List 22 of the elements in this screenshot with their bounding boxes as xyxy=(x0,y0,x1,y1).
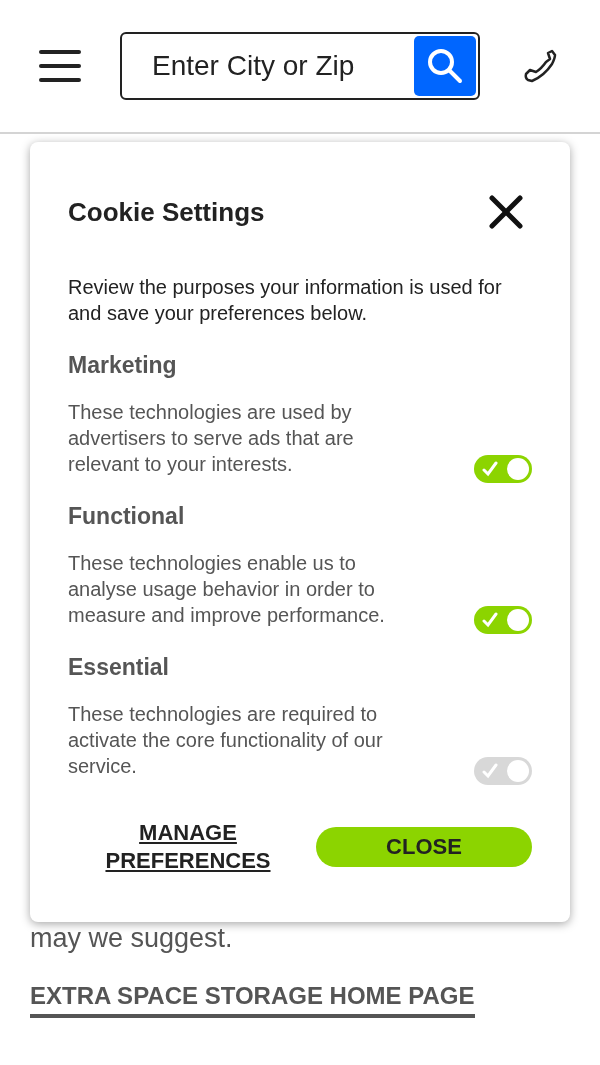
menu-icon[interactable] xyxy=(38,49,82,83)
home-page-link[interactable]: EXTRA SPACE STORAGE HOME PAGE xyxy=(30,982,475,1018)
search-button[interactable] xyxy=(414,36,476,96)
category-title: Essential xyxy=(68,654,170,681)
category-description: These technologies are required to activate the core functionality of our service. xyxy=(68,702,384,779)
toggle-switch[interactable] xyxy=(474,606,532,634)
close-icon[interactable] xyxy=(488,194,524,230)
check-icon xyxy=(482,461,498,477)
intro-text: may we suggest. xyxy=(30,922,234,954)
category-description: These technologies enable us to analyse usage behavior in order to measure and improve performance. xyxy=(68,551,386,628)
category-description: These technologies are used by advertisers to serve ads that are relevant to your interests. xyxy=(68,400,355,477)
phone-icon[interactable] xyxy=(522,48,558,84)
category-title: Functional xyxy=(68,503,186,530)
check-icon xyxy=(482,763,498,779)
category-title: Marketing xyxy=(68,352,178,379)
toggle-switch[interactable] xyxy=(474,455,532,483)
manage-preferences-link[interactable]: MANAGE PREFERENCES xyxy=(98,819,278,875)
check-icon xyxy=(482,612,498,628)
dialog-description: Review the purposes your information is used for and save your preferences below. xyxy=(68,275,503,326)
dialog-title: Cookie Settings xyxy=(68,196,265,228)
close-button[interactable]: CLOSE xyxy=(316,827,532,867)
search-icon xyxy=(425,46,465,86)
